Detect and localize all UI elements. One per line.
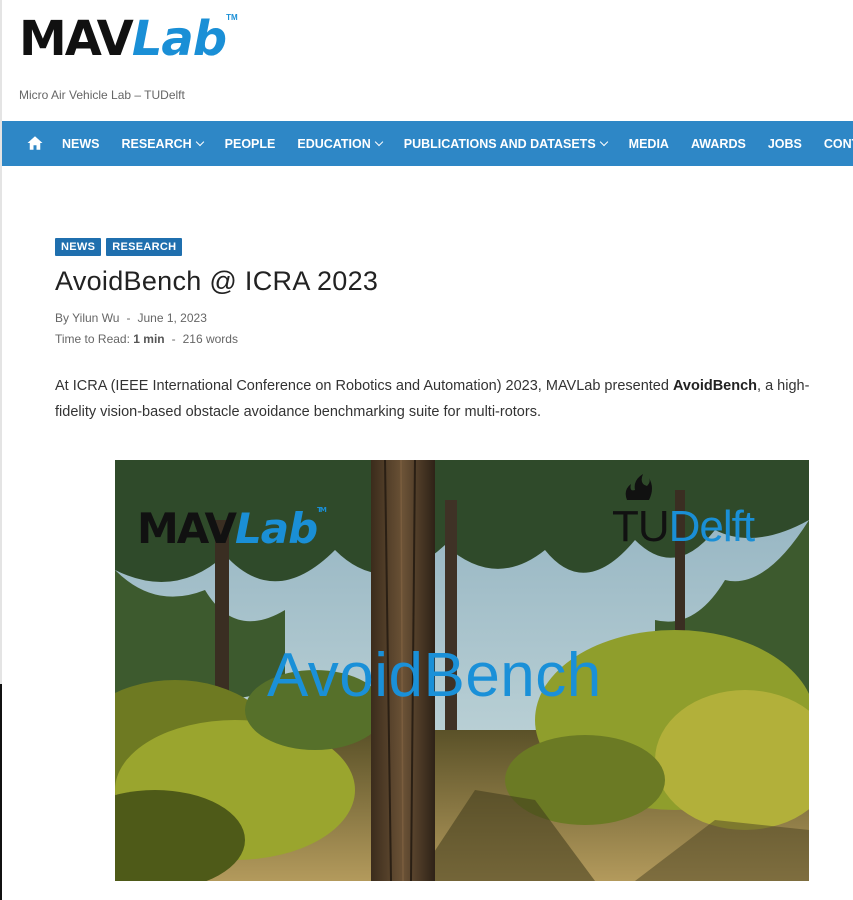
tudelft-flame-icon: [625, 474, 652, 500]
nav-item-label: PUBLICATIONS AND DATASETS: [403, 136, 596, 151]
logo-mav-text: MAV: [19, 11, 134, 67]
word-count: 216 words: [182, 332, 238, 346]
nav-item-news[interactable]: NEWS: [62, 121, 100, 166]
author-link[interactable]: By Yilun Wu: [55, 311, 119, 325]
category-badges: NEWS RESEARCH: [55, 238, 183, 256]
nav-item-label: CONTACT: [823, 136, 853, 151]
nav-menu: NEWS RESEARCH PEOPLE EDUCATION PUBLICATIONS …: [62, 121, 853, 166]
hero-delft-text: Delft: [668, 502, 755, 551]
hero-logo-tm: TM: [317, 506, 327, 514]
nav-item-label: AWARDS: [690, 136, 746, 151]
site-logo[interactable]: MAVLabTM: [19, 9, 238, 69]
read-time-value: 1 min: [133, 332, 165, 346]
article-intro: At ICRA (IEEE International Conference o…: [55, 374, 835, 425]
nav-item-jobs[interactable]: JOBS: [768, 121, 802, 166]
reading-separator: -: [171, 332, 176, 346]
nav-item-label: JOBS: [767, 136, 802, 151]
publish-date: June 1, 2023: [137, 311, 207, 325]
nav-item-label: RESEARCH: [121, 136, 192, 151]
site-tagline: Micro Air Vehicle Lab – TUDelft: [19, 88, 185, 102]
nav-item-research[interactable]: RESEARCH: [121, 121, 204, 166]
home-icon[interactable]: [26, 134, 44, 152]
page-left-border-dark: [0, 684, 2, 900]
nav-item-contact[interactable]: CONTACT: [824, 121, 853, 166]
nav-item-label: NEWS: [62, 136, 100, 151]
nav-item-media[interactable]: MEDIA: [629, 121, 669, 166]
main-nav: NEWS RESEARCH PEOPLE EDUCATION PUBLICATIONS …: [2, 121, 853, 166]
category-badge-news[interactable]: NEWS: [55, 238, 102, 256]
chevron-down-icon: [374, 137, 384, 146]
nav-item-awards[interactable]: AWARDS: [691, 121, 746, 166]
logo-lab-text: Lab: [131, 11, 227, 67]
category-badge-research[interactable]: RESEARCH: [106, 238, 183, 256]
nav-item-people[interactable]: PEOPLE: [225, 121, 276, 166]
intro-text-start: At ICRA (IEEE International Conference o…: [55, 378, 673, 394]
hero-logo-mav: MAV: [137, 504, 237, 553]
hero-title: AvoidBench: [267, 641, 602, 710]
logo-tm: TM: [226, 13, 238, 22]
chevron-down-icon: [599, 137, 608, 146]
chevron-down-icon: [195, 137, 204, 146]
nav-item-education[interactable]: EDUCATION: [297, 121, 384, 166]
reading-info: Time to Read: 1 min -216 words: [55, 332, 238, 346]
nav-item-publications-and-datasets[interactable]: PUBLICATIONS AND DATASETS: [403, 121, 608, 166]
read-time-label: Time to Read:: [55, 332, 130, 346]
article-byline: By Yilun Wu - June 1, 2023: [55, 311, 207, 325]
nav-item-label: MEDIA: [628, 136, 669, 151]
hero-logo-lab: Lab: [234, 504, 318, 553]
nav-item-label: PEOPLE: [224, 136, 276, 151]
nav-item-label: EDUCATION: [297, 136, 371, 151]
intro-highlight: AvoidBench: [672, 378, 758, 394]
hero-tudelft-logo: TUDelft: [612, 502, 755, 552]
byline-separator: -: [126, 311, 131, 325]
article-title: AvoidBench @ ICRA 2023: [55, 266, 379, 296]
hero-mavlab-logo: MAVLabTM: [137, 504, 327, 553]
hero-image: MAVLabTM TUDelft AvoidBench: [115, 460, 809, 881]
hero-tu-text: TU: [612, 502, 670, 551]
